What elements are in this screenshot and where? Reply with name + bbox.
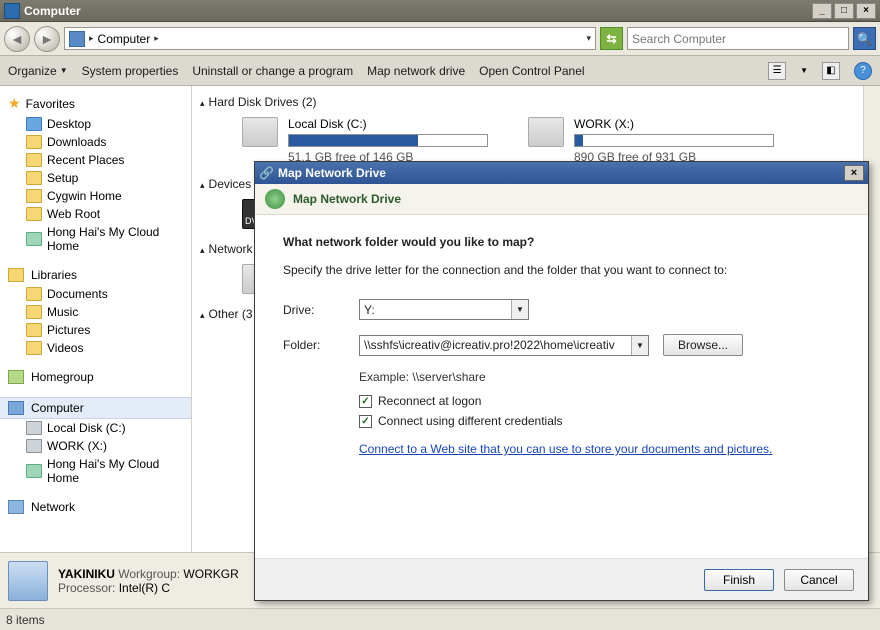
app-icon bbox=[4, 3, 20, 19]
dialog-close-button[interactable]: × bbox=[844, 165, 864, 181]
refresh-button[interactable]: ⇆ bbox=[600, 27, 623, 50]
drive-name: Local Disk (C:) bbox=[288, 117, 488, 131]
dialog-question: What network folder would you like to ma… bbox=[283, 235, 840, 249]
sidebar-item-pictures[interactable]: Pictures bbox=[0, 321, 191, 339]
map-drive-button[interactable]: Map network drive bbox=[367, 64, 465, 78]
drive-item-c[interactable]: Local Disk (C:) 51.1 GB free of 146 GB bbox=[242, 117, 488, 164]
drive-select[interactable]: Y: ▼ bbox=[359, 299, 529, 320]
sidebar-item-localdisk[interactable]: Local Disk (C:) bbox=[0, 419, 191, 437]
network-header[interactable]: Network bbox=[0, 497, 191, 517]
reconnect-label[interactable]: Reconnect at logon bbox=[378, 394, 481, 408]
drive-icon bbox=[242, 117, 278, 147]
chevron-down-icon[interactable]: ▼ bbox=[631, 336, 648, 355]
minimize-button[interactable]: _ bbox=[812, 3, 832, 19]
group-hdd[interactable]: ▴Hard Disk Drives (2) bbox=[192, 86, 880, 113]
computer-header[interactable]: Computer bbox=[0, 397, 191, 419]
drive-name: WORK (X:) bbox=[574, 117, 774, 131]
dialog-titlebar[interactable]: 🔗 Map Network Drive × bbox=[255, 162, 868, 184]
folder-example: Example: \\server\share bbox=[359, 370, 840, 384]
nav-tree: Favorites Desktop Downloads Recent Place… bbox=[0, 86, 192, 608]
sidebar-item-setup[interactable]: Setup bbox=[0, 169, 191, 187]
back-button[interactable]: ◄ bbox=[4, 26, 30, 52]
folder-combobox[interactable]: \\sshfs\icreativ@icreativ.pro!2022\home\… bbox=[359, 335, 649, 356]
maximize-button[interactable]: □ bbox=[834, 3, 854, 19]
chevron-right-icon[interactable]: ▸ bbox=[154, 33, 159, 44]
sidebar-item-documents[interactable]: Documents bbox=[0, 285, 191, 303]
address-breadcrumb[interactable]: ▸ Computer ▸ ▾ bbox=[64, 27, 596, 50]
wizard-icon bbox=[265, 189, 285, 209]
details-name: YAKINIKU bbox=[58, 567, 115, 581]
close-button[interactable]: × bbox=[856, 3, 876, 19]
diff-creds-label[interactable]: Connect using different credentials bbox=[378, 414, 563, 428]
window-titlebar: Computer _ □ × bbox=[0, 0, 880, 22]
sidebar-item-mycloud[interactable]: Hong Hai's My Cloud Home bbox=[0, 223, 191, 255]
uninstall-button[interactable]: Uninstall or change a program bbox=[192, 64, 353, 78]
drive-icon bbox=[528, 117, 564, 147]
drive-item-x[interactable]: WORK (X:) 890 GB free of 931 GB bbox=[528, 117, 774, 164]
system-properties-button[interactable]: System properties bbox=[82, 64, 179, 78]
sidebar-item-videos[interactable]: Videos bbox=[0, 339, 191, 357]
sidebar-item-desktop[interactable]: Desktop bbox=[0, 115, 191, 133]
search-button[interactable]: 🔍 bbox=[853, 27, 876, 50]
sidebar-item-mycloud-drive[interactable]: Hong Hai's My Cloud Home bbox=[0, 455, 191, 487]
dialog-title: Map Network Drive bbox=[278, 166, 386, 180]
sidebar-item-recent[interactable]: Recent Places bbox=[0, 151, 191, 169]
connect-website-link[interactable]: Connect to a Web site that you can use t… bbox=[359, 442, 772, 456]
status-bar: 8 items bbox=[0, 608, 880, 630]
breadcrumb-dropdown[interactable]: ▾ bbox=[586, 33, 591, 44]
computer-large-icon bbox=[8, 561, 48, 601]
cancel-button[interactable]: Cancel bbox=[784, 569, 854, 591]
drive-usage-bar bbox=[574, 134, 774, 147]
map-network-drive-dialog: 🔗 Map Network Drive × Map Network Drive … bbox=[254, 161, 869, 601]
sidebar-item-music[interactable]: Music bbox=[0, 303, 191, 321]
sidebar-item-cygwin[interactable]: Cygwin Home bbox=[0, 187, 191, 205]
status-text: 8 items bbox=[6, 613, 45, 627]
sidebar-item-downloads[interactable]: Downloads bbox=[0, 133, 191, 151]
view-mode-button[interactable]: ☰ bbox=[768, 62, 786, 80]
chevron-down-icon[interactable]: ▼ bbox=[511, 300, 528, 319]
computer-icon bbox=[69, 31, 85, 47]
dialog-icon: 🔗 bbox=[259, 166, 274, 180]
reconnect-checkbox[interactable]: ✓ bbox=[359, 395, 372, 408]
drive-label: Drive: bbox=[283, 303, 359, 317]
sidebar-item-work[interactable]: WORK (X:) bbox=[0, 437, 191, 455]
homegroup-header[interactable]: Homegroup bbox=[0, 367, 191, 387]
help-button[interactable]: ? bbox=[854, 62, 872, 80]
favorites-header[interactable]: Favorites bbox=[0, 92, 191, 115]
window-title: Computer bbox=[24, 4, 812, 18]
folder-label: Folder: bbox=[283, 338, 359, 352]
sidebar-item-webroot[interactable]: Web Root bbox=[0, 205, 191, 223]
search-placeholder: Search Computer bbox=[632, 32, 726, 46]
command-bar: Organize▼ System properties Uninstall or… bbox=[0, 56, 880, 86]
drive-usage-bar bbox=[288, 134, 488, 147]
preview-pane-button[interactable]: ◧ bbox=[822, 62, 840, 80]
libraries-header[interactable]: Libraries bbox=[0, 265, 191, 285]
finish-button[interactable]: Finish bbox=[704, 569, 774, 591]
nav-toolbar: ◄ ► ▸ Computer ▸ ▾ ⇆ Search Computer 🔍 bbox=[0, 22, 880, 56]
dialog-header: Map Network Drive bbox=[255, 184, 868, 215]
forward-button[interactable]: ► bbox=[34, 26, 60, 52]
chevron-right-icon: ▸ bbox=[89, 33, 94, 44]
control-panel-button[interactable]: Open Control Panel bbox=[479, 64, 584, 78]
browse-button[interactable]: Browse... bbox=[663, 334, 743, 356]
organize-menu[interactable]: Organize▼ bbox=[8, 64, 68, 78]
diff-creds-checkbox[interactable]: ✓ bbox=[359, 415, 372, 428]
dialog-desc: Specify the drive letter for the connect… bbox=[283, 263, 840, 277]
search-input[interactable]: Search Computer bbox=[627, 27, 849, 50]
breadcrumb-root[interactable]: Computer bbox=[98, 32, 151, 46]
